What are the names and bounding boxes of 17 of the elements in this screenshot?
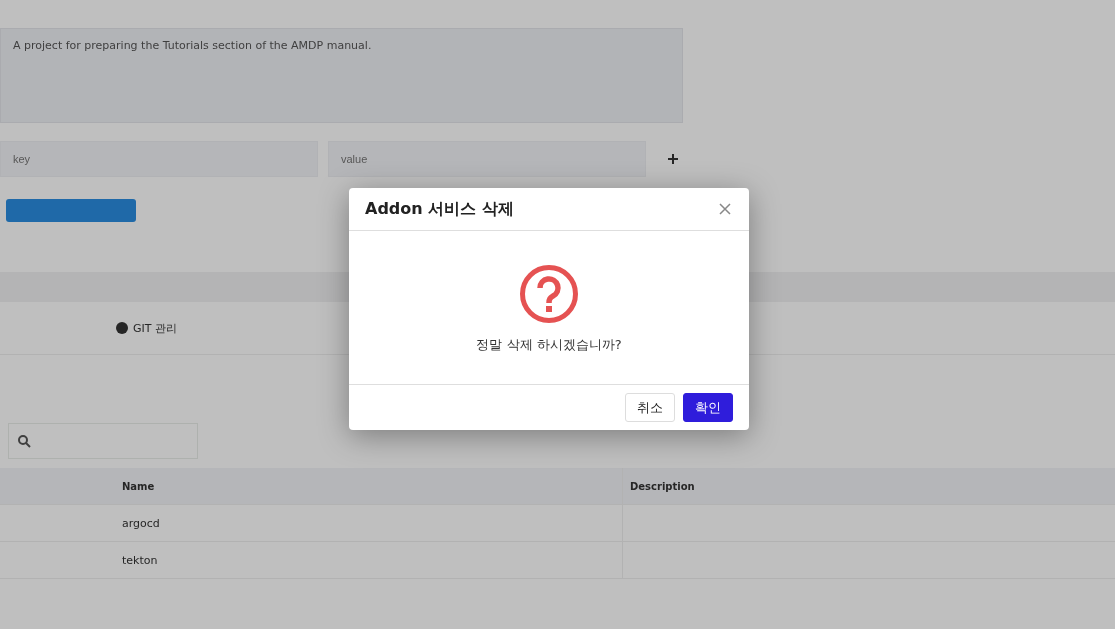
dialog-title: Addon 서비스 삭제	[365, 198, 514, 220]
value-field[interactable]: value	[328, 141, 646, 177]
close-icon[interactable]	[719, 203, 731, 215]
cancel-button[interactable]: 취소	[625, 393, 675, 422]
description-field[interactable]: A project for preparing the Tutorials section of the AMDP manual.	[0, 28, 683, 123]
dialog-message: 정말 삭제 하시겠습니까?	[476, 336, 622, 354]
confirm-button[interactable]: 확인	[683, 393, 733, 422]
question-icon	[519, 264, 579, 324]
search-icon	[17, 434, 31, 448]
search-field[interactable]	[8, 423, 198, 459]
table-cell-text: argocd	[121, 515, 161, 532]
column-header: Description	[622, 468, 1115, 504]
plus-icon[interactable]	[668, 154, 678, 164]
table-cell-text: tekton	[121, 552, 159, 569]
key-field[interactable]: key	[0, 141, 318, 177]
column-header: Name	[121, 479, 156, 494]
tab[interactable]: GIT 관리	[115, 320, 177, 336]
